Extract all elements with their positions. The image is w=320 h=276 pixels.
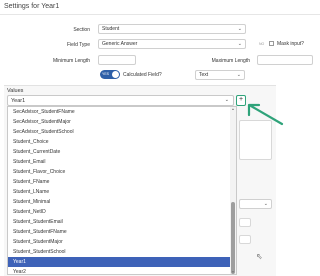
dropdown-option[interactable]: Student_Minimal bbox=[8, 197, 236, 207]
field-type-value: Generic Answer bbox=[102, 41, 138, 47]
mask-input-checkbox[interactable] bbox=[269, 41, 274, 46]
text-type-select[interactable]: Text ⌄ bbox=[195, 70, 245, 80]
scroll-up-icon[interactable]: ▲ bbox=[231, 107, 235, 111]
toggle-knob bbox=[112, 71, 119, 78]
dropdown-option[interactable]: Student_StudentSchool bbox=[8, 247, 236, 257]
values-selected-value: Year1 bbox=[11, 98, 26, 104]
mouse-cursor-icon: ⇖ bbox=[256, 252, 263, 261]
values-label: Values bbox=[7, 88, 24, 94]
dropdown-option[interactable]: Student_Choice bbox=[8, 137, 236, 147]
minimum-length-label: Minimum Length bbox=[53, 58, 90, 64]
maximum-length-input[interactable] bbox=[257, 55, 313, 65]
chevron-down-icon: ⌄ bbox=[263, 201, 268, 207]
background-select[interactable]: ⌄ bbox=[239, 199, 272, 209]
minimum-length-input[interactable] bbox=[98, 55, 136, 65]
chevron-down-icon: ⌄ bbox=[236, 72, 241, 78]
background-input-small-2[interactable] bbox=[239, 235, 251, 244]
add-value-button[interactable]: + bbox=[236, 95, 246, 106]
background-input-small[interactable] bbox=[239, 218, 251, 227]
scroll-down-icon[interactable]: ▼ bbox=[231, 270, 235, 274]
field-type-select[interactable]: Generic Answer ⌄ bbox=[98, 39, 246, 49]
dropdown-option[interactable]: Student_LName bbox=[8, 187, 236, 197]
dropdown-option[interactable]: SecAdvisor_StudentSchool bbox=[8, 127, 236, 137]
maximum-length-label: Maximum Length bbox=[211, 58, 250, 64]
title-divider bbox=[0, 14, 320, 15]
dropdown-scrollbar[interactable]: ▲ ▼ bbox=[230, 107, 236, 274]
dropdown-option[interactable]: Student_Email bbox=[8, 157, 236, 167]
mask-input-label: Mask input? bbox=[277, 41, 304, 47]
dropdown-option[interactable]: Year1 bbox=[8, 257, 236, 267]
dropdown-option[interactable]: Year2 bbox=[8, 267, 236, 274]
page-title: Settings for Year1 bbox=[4, 3, 60, 10]
chevron-down-icon: ⌄ bbox=[224, 97, 229, 103]
dropdown-option[interactable]: Student_Flavor_Choice bbox=[8, 167, 236, 177]
chevron-down-icon: ⌄ bbox=[237, 26, 242, 32]
chevron-down-icon: ⌄ bbox=[237, 41, 242, 47]
dropdown-option[interactable]: Student_FName bbox=[8, 177, 236, 187]
scrollbar-thumb[interactable] bbox=[231, 202, 235, 274]
dropdown-option[interactable]: Student_StudentFName bbox=[8, 227, 236, 237]
calculated-toggle-text: YES bbox=[102, 72, 110, 76]
dropdown-options: SecAdvisor_StudentFName SecAdvisor_Studen… bbox=[8, 107, 236, 274]
values-select[interactable]: Year1 ⌄ bbox=[7, 95, 234, 106]
calculated-field-toggle[interactable]: YES bbox=[100, 70, 120, 79]
field-type-label: Field Type bbox=[67, 42, 90, 48]
section-label: Section bbox=[73, 27, 90, 33]
mask-toggle-text: NO bbox=[259, 42, 265, 46]
section-value: Student bbox=[102, 26, 120, 32]
text-type-value: Text bbox=[199, 72, 209, 78]
dropdown-option[interactable]: Student_CurrentDate bbox=[8, 147, 236, 157]
section-select[interactable]: Student ⌄ bbox=[98, 24, 246, 34]
dropdown-option[interactable]: SecAdvisor_StudentFName bbox=[8, 107, 236, 117]
dropdown-option[interactable]: Student_StudentMajor bbox=[8, 237, 236, 247]
dropdown-option[interactable]: Student_NetID bbox=[8, 207, 236, 217]
dropdown-option[interactable]: SecAdvisor_StudentMajor bbox=[8, 117, 236, 127]
annotation-arrow-icon bbox=[247, 103, 284, 126]
values-dropdown[interactable]: SecAdvisor_StudentFName SecAdvisor_Studen… bbox=[7, 106, 237, 275]
calculated-field-label: Calculated Field? bbox=[123, 72, 162, 78]
dropdown-option[interactable]: Student_StudentEmail bbox=[8, 217, 236, 227]
